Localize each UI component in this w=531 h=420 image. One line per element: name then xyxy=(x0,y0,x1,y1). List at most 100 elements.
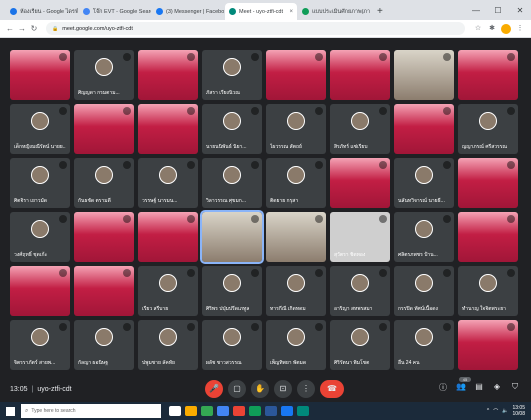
participant-tile[interactable]: วิลาวรรณ ศุขมก... xyxy=(202,158,262,208)
participant-tile[interactable]: นลันทวิจารณ์ นายธี... xyxy=(394,158,454,208)
participant-tile[interactable] xyxy=(266,50,326,100)
present-icon[interactable]: ⊡ xyxy=(274,380,292,398)
participant-tile[interactable]: สิรภัทร์ แซ่เรียบ xyxy=(330,104,390,154)
participant-tile[interactable] xyxy=(74,104,134,154)
hand-icon[interactable]: ✋ xyxy=(251,380,269,398)
browser-tab[interactable]: โจ๊ก EVT - Google Search× xyxy=(79,3,151,20)
star-icon[interactable]: ☆ xyxy=(471,24,485,34)
app-icon[interactable] xyxy=(281,406,293,416)
participant-tile[interactable]: ศลิตรภพชร ป้าน... xyxy=(394,212,454,262)
participant-tile[interactable]: ผลัช ชาวสวรรณ xyxy=(202,320,262,370)
url-field[interactable]: 🔒 meet.google.com/uyo-ztfi-cdt xyxy=(46,22,465,35)
app-icon[interactable] xyxy=(297,406,309,416)
participant-tile[interactable] xyxy=(458,320,518,370)
people-icon[interactable]: 👥 45 xyxy=(455,377,471,393)
participant-tile[interactable]: ศิตจิรา เยาวมัด xyxy=(10,158,70,208)
mic-muted-icon xyxy=(315,323,323,331)
menu-icon[interactable]: ⋮ xyxy=(513,24,527,34)
task-view-icon[interactable] xyxy=(169,406,181,416)
participant-name: ศิญญดา กรมตาม... xyxy=(78,90,120,96)
participant-tile[interactable]: ไผวรรณ สัตถย์ xyxy=(266,104,326,154)
browser-tab[interactable]: (3) Messenger | Facebook× xyxy=(152,3,224,20)
end-call-icon[interactable]: ☎ xyxy=(320,380,344,398)
taskbar-search[interactable]: ⌕ Type here to search xyxy=(21,404,161,418)
participant-tile[interactable] xyxy=(138,104,198,154)
mic-muted-icon xyxy=(507,161,515,169)
participant-tile[interactable] xyxy=(200,210,264,264)
word-icon[interactable] xyxy=(265,406,277,416)
participant-tile[interactable]: เด็กหญิงมณีรัตน์ นายย... xyxy=(10,104,70,154)
participant-tile[interactable]: นายนนิพันธ์ นิยา... xyxy=(202,104,262,154)
close-tab-icon[interactable]: × xyxy=(289,9,293,15)
participant-tile[interactable]: กรรปิด ทัศน์เนื้อดง xyxy=(394,266,454,316)
participant-tile[interactable] xyxy=(10,50,70,100)
avatar xyxy=(351,274,369,292)
participant-tile[interactable]: อาริญา สหพรสมา xyxy=(330,266,390,316)
network-icon[interactable]: ⌒ xyxy=(493,408,498,415)
participant-tile[interactable] xyxy=(10,266,70,316)
browser-tab[interactable]: Meet - uyo-ztfi-cdt × xyxy=(225,3,297,20)
participant-tile[interactable] xyxy=(458,50,518,100)
participant-tile[interactable]: ศิญญดา กรมตาม... xyxy=(74,50,134,100)
participant-tile[interactable] xyxy=(138,212,198,262)
reload-icon[interactable]: ↻ xyxy=(28,24,40,33)
participant-tile[interactable] xyxy=(74,212,134,262)
browser-tab[interactable]: แบบประเมินศักยภาพ(ภาษา2)(ภ)× xyxy=(298,3,370,20)
avatar xyxy=(31,328,49,346)
participant-tile[interactable]: ติดยาย กรุสา xyxy=(266,158,326,208)
participant-tile[interactable]: อื่น 24 คน xyxy=(394,320,454,370)
participant-tile[interactable]: ทำนาญ ใจจิตพระยา xyxy=(458,266,518,316)
chrome-icon[interactable] xyxy=(201,406,213,416)
participant-tile[interactable] xyxy=(394,104,454,154)
participant-tile[interactable]: ญญาภรณ์ ศรีสวรรณ xyxy=(458,104,518,154)
participant-tile[interactable]: ปพูมชาย ลัคทัย xyxy=(138,320,198,370)
windows-start-icon[interactable] xyxy=(6,406,15,416)
participant-tile[interactable]: วงศ์ฤทธิ์ ชุดเก้ะ xyxy=(10,212,70,262)
participant-tile[interactable]: เรียว สรีบาย xyxy=(138,266,198,316)
participant-tile[interactable]: กันธชัด ตรามดี xyxy=(74,158,134,208)
participant-tile[interactable] xyxy=(458,212,518,262)
participant-tile[interactable]: กัลญา ผอนิษฐ xyxy=(74,320,134,370)
participant-tile[interactable] xyxy=(330,50,390,100)
participant-tile[interactable]: ทารกีณี เกิดทดม xyxy=(266,266,326,316)
participant-tile[interactable]: วรรษฐ์ นารมน... xyxy=(138,158,198,208)
participant-tile[interactable] xyxy=(458,158,518,208)
mic-muted-icon xyxy=(379,107,387,115)
tray-arrow-icon[interactable]: ^ xyxy=(487,408,489,414)
participant-tile[interactable]: จิตรราภัตร์ สายพ... xyxy=(10,320,70,370)
maximize-icon[interactable]: ☐ xyxy=(487,6,509,15)
extension-icon[interactable]: ✱ xyxy=(485,24,499,34)
edge-icon[interactable] xyxy=(217,406,229,416)
avatar xyxy=(415,220,433,238)
minimize-icon[interactable]: — xyxy=(465,6,487,15)
info-icon[interactable]: ⓘ xyxy=(437,382,449,393)
app-icon[interactable] xyxy=(233,406,245,416)
participant-tile[interactable]: ศิริพร ปปุ่มปรีดเภทูล xyxy=(202,266,262,316)
new-tab-button[interactable]: + xyxy=(371,3,389,20)
forward-icon[interactable]: → xyxy=(16,24,28,33)
profile-avatar[interactable] xyxy=(501,23,511,34)
chat-icon[interactable]: ▤ xyxy=(473,382,485,393)
close-window-icon[interactable]: ✕ xyxy=(509,6,531,15)
shield-icon[interactable]: ⛉ xyxy=(509,382,521,393)
more-icon[interactable]: ⋮ xyxy=(297,380,315,398)
app-icon[interactable] xyxy=(249,406,261,416)
clock[interactable]: 13:05 10/08 xyxy=(512,405,525,417)
participant-tile[interactable]: เพ็ญทิพยา พัตมด xyxy=(266,320,326,370)
camera-icon[interactable]: ▢ xyxy=(228,380,246,398)
volume-icon[interactable]: 🔈 xyxy=(502,408,508,414)
explorer-icon[interactable] xyxy=(185,406,197,416)
participant-tile[interactable] xyxy=(138,50,198,100)
participant-tile[interactable] xyxy=(330,158,390,208)
participant-tile[interactable]: ภัสรา เรียงนิวณ xyxy=(202,50,262,100)
participant-tile[interactable]: ศิริรัตนา พิมโชต xyxy=(330,320,390,370)
favicon-icon xyxy=(229,8,236,15)
participant-tile[interactable]: สุวัตรา ชิดทอง xyxy=(330,212,390,262)
back-icon[interactable]: ← xyxy=(4,24,16,33)
browser-tab[interactable]: ห้องเรียน - Google ไดรฟ์× xyxy=(6,3,78,20)
participant-tile[interactable] xyxy=(74,266,134,316)
mic-off-icon[interactable]: 🎤 xyxy=(205,380,223,398)
activities-icon[interactable]: ◈ xyxy=(491,382,503,393)
participant-tile[interactable] xyxy=(394,50,454,100)
participant-tile[interactable] xyxy=(266,212,326,262)
